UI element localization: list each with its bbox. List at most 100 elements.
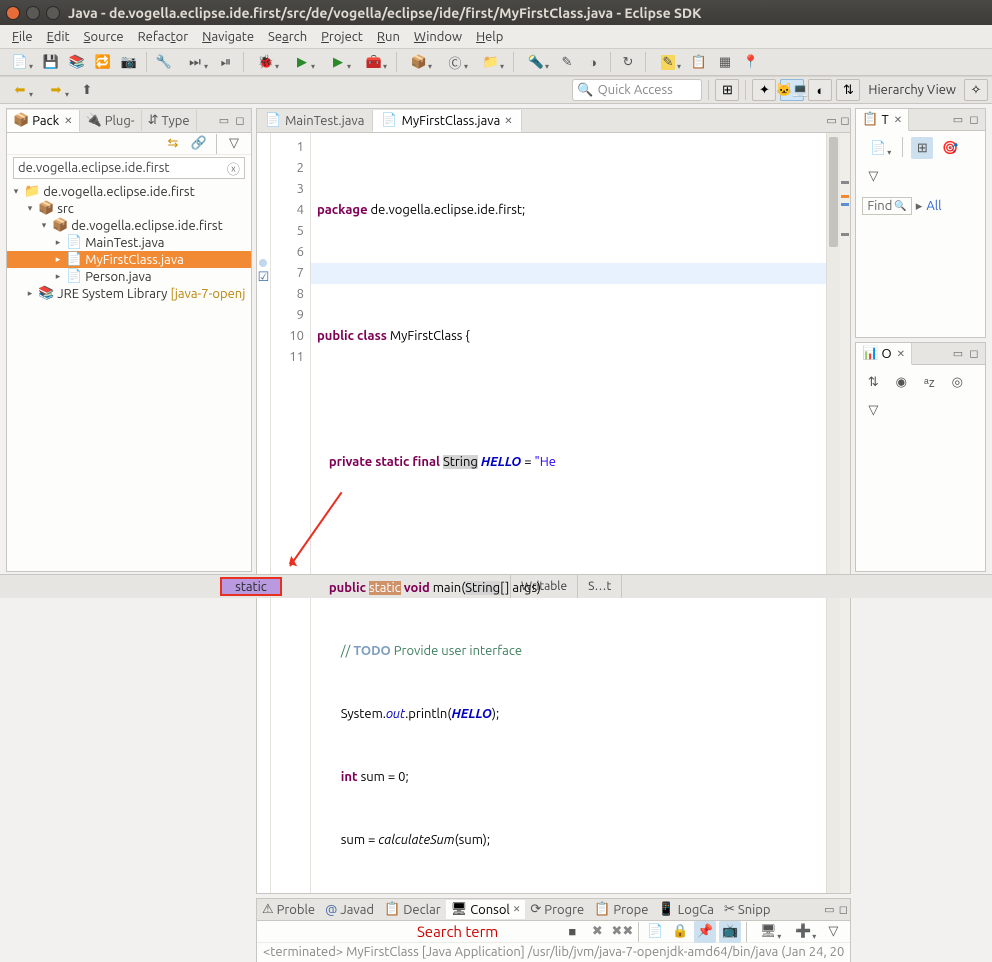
quick-access-input[interactable]: 🔍 Quick Access (572, 79, 702, 101)
scroll-lock-button[interactable]: 🔒 (669, 921, 691, 943)
editor-tab-myfirstclass[interactable]: 📄MyFirstClass.java✕ (373, 110, 521, 132)
minimize-editor-button[interactable]: ▭ (822, 114, 836, 128)
forward-button[interactable]: ➡ (40, 79, 72, 101)
minimize-view-button[interactable]: ▭ (217, 114, 231, 128)
external-tools-button[interactable]: 🧰 (358, 51, 390, 73)
back-button[interactable]: ⬅ (4, 79, 36, 101)
task-button[interactable]: 📋 (688, 51, 710, 73)
tab-properties[interactable]: 📋Prope (589, 900, 653, 919)
console-menu-button[interactable]: ▽ (822, 921, 844, 943)
up-button[interactable]: ⬆ (76, 79, 98, 101)
save-button[interactable]: 💾 (40, 51, 62, 73)
hide-fields-button[interactable]: ◉ (890, 371, 912, 393)
code-editor[interactable]: ☑ 1234567891011 package de.vogella.eclip… (257, 133, 850, 893)
tree-file-maintest[interactable]: ▸📄MainTest.java (7, 234, 251, 251)
menu-project[interactable]: Project (315, 28, 369, 46)
tab-problems[interactable]: ⚠Proble (257, 900, 320, 919)
tree-package[interactable]: ▾📦de.vogella.eclipse.ide.first (7, 217, 251, 234)
new-package-button[interactable]: 📦 (403, 51, 435, 73)
new-button[interactable]: 📄 (4, 51, 36, 73)
sort-button[interactable]: ⇅ (862, 371, 884, 393)
menu-run[interactable]: Run (371, 28, 406, 46)
close-icon[interactable]: ✕ (504, 115, 512, 127)
maximize-window-button[interactable] (46, 6, 60, 20)
remove-all-button[interactable]: ✖✖ (611, 921, 633, 943)
categorize-button[interactable]: ⊞ (911, 137, 933, 159)
display-selected-button[interactable]: 🖥 (752, 921, 784, 943)
run-last-button[interactable]: ▶ (322, 51, 354, 73)
new-folder-button[interactable]: 📁 (475, 51, 507, 73)
wand-button[interactable]: ✎ (556, 51, 578, 73)
focus-button[interactable]: 🎯 (939, 137, 961, 159)
terminate-button[interactable]: ■ (561, 921, 583, 943)
tab-outline[interactable]: 📊O✕ (856, 343, 912, 365)
toggle-button[interactable]: 🔁 (92, 51, 114, 73)
maximize-button[interactable]: ◻ (967, 347, 981, 361)
skip-button[interactable]: ⏯ (215, 51, 237, 73)
save-all-button[interactable]: 📚 (66, 51, 88, 73)
maximize-bottom-button[interactable]: ◻ (836, 903, 850, 917)
tree-src[interactable]: ▾📦src (7, 200, 251, 217)
tab-type-hierarchy[interactable]: ⇵Type (142, 110, 197, 131)
close-icon[interactable]: ✕ (64, 115, 72, 127)
refresh-button[interactable]: ↻ (617, 51, 639, 73)
debug-button[interactable]: 🐞 (250, 51, 282, 73)
hide-static-button[interactable]: ᵃz (918, 371, 940, 393)
clear-filter-icon[interactable]: ⓧ (227, 159, 240, 178)
pin-console-button[interactable]: 📌 (694, 921, 716, 943)
link-editor-button[interactable]: 🔗 (188, 133, 210, 155)
new-class-button[interactable]: Ⓒ (439, 51, 471, 73)
remove-launch-button[interactable]: ✖ (586, 921, 608, 943)
clear-console-button[interactable]: 📄 (644, 921, 666, 943)
tab-declaration[interactable]: 📋Declar (379, 900, 446, 919)
hide-nonpublic-button[interactable]: ◎ (946, 371, 968, 393)
debug-step-button[interactable]: ⏭ (179, 51, 211, 73)
menu-source[interactable]: Source (78, 28, 130, 46)
menu-file[interactable]: File (6, 28, 39, 46)
tab-javadoc[interactable]: @Javad (320, 901, 379, 919)
persp-hierarchy[interactable]: ⇅ (836, 79, 860, 101)
maximize-editor-button[interactable]: ◻ (836, 114, 850, 128)
close-icon[interactable]: ✕ (513, 904, 521, 915)
task-find-input[interactable]: Find🔍 (862, 197, 911, 215)
menu-refactor[interactable]: Refactor (132, 28, 195, 46)
tab-progress[interactable]: ⟳Progre (525, 900, 589, 919)
camera-button[interactable]: 📷 (118, 51, 140, 73)
tree-file-myfirstclass[interactable]: ▸📄MyFirstClass.java (7, 251, 251, 268)
code-content[interactable]: package de.vogella.eclipse.ide.first; pu… (311, 133, 826, 893)
highlighter-button[interactable]: ✎ (652, 51, 684, 73)
menu-search[interactable]: Search (262, 28, 313, 46)
menu-help[interactable]: Help (470, 28, 509, 46)
run-button[interactable]: ▶ (286, 51, 318, 73)
persp-java[interactable]: 🐱‍💻 (780, 79, 804, 101)
minimize-window-button[interactable] (26, 6, 40, 20)
open-console-button[interactable]: ➕ (787, 921, 819, 943)
persp-team[interactable]: ◐ (808, 79, 832, 101)
menu-navigate[interactable]: Navigate (196, 28, 260, 46)
minimize-button[interactable]: ▭ (951, 113, 965, 127)
tree-project[interactable]: ▾📁de.vogella.eclipse.ide.first (7, 183, 251, 200)
outline-menu-button[interactable]: ▽ (862, 399, 884, 421)
layout-button[interactable]: ▦ (714, 51, 736, 73)
minimize-button[interactable]: ▭ (951, 347, 965, 361)
pin-button[interactable]: 📍 (740, 51, 762, 73)
persp-extra[interactable]: ✧ (964, 79, 988, 101)
editor-tab-maintest[interactable]: 📄MainTest.java (257, 110, 373, 131)
console-output[interactable]: <terminated> MyFirstClass [Java Applicat… (257, 943, 850, 962)
debug-toggle-button[interactable]: 🔧 (153, 51, 175, 73)
show-console-button[interactable]: 📺 (719, 921, 741, 943)
collapse-all-button[interactable]: ⇆ (162, 133, 184, 155)
overview-ruler[interactable] (840, 133, 850, 893)
task-menu-button[interactable]: ▽ (862, 165, 884, 187)
persp-debug[interactable]: ✦ (752, 79, 776, 101)
minimize-bottom-button[interactable]: ▭ (822, 903, 836, 917)
search-button[interactable]: 🔦 (520, 51, 552, 73)
all-link[interactable]: All (926, 199, 941, 213)
tab-plugins[interactable]: 🔌Plug- (80, 110, 142, 131)
tab-package-explorer[interactable]: 📦Pack✕ (7, 110, 80, 132)
editor-scrollbar[interactable] (826, 133, 840, 893)
tab-console[interactable]: 🖥Consol✕ (446, 900, 526, 919)
maximize-button[interactable]: ◻ (967, 113, 981, 127)
tree-jre[interactable]: ▸📚JRE System Library [java-7-openj (7, 285, 251, 302)
toggle-mark-button[interactable]: ◑ (582, 51, 604, 73)
